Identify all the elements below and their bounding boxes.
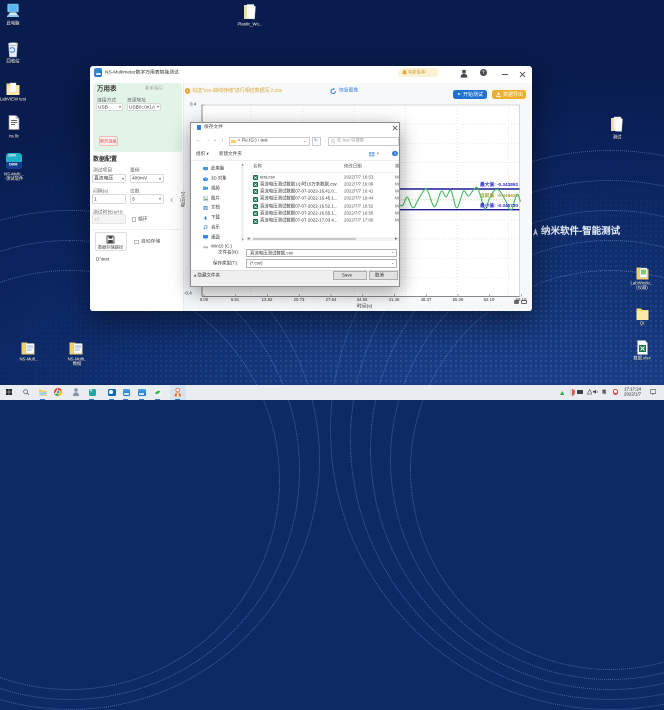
- svg-text:电压(V): 电压(V): [180, 191, 187, 207]
